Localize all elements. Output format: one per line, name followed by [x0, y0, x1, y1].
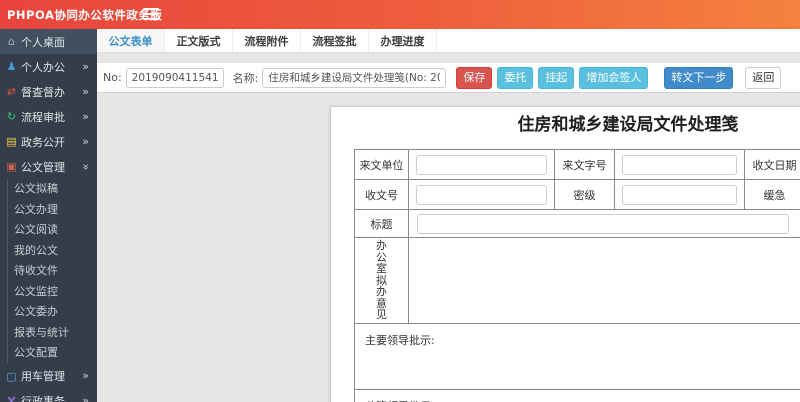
sidebar-subitem[interactable]: 公文监控	[8, 282, 97, 303]
table-row: 主要领导批示:	[354, 323, 800, 390]
toolbar-button[interactable]: 挂起	[538, 66, 575, 89]
toolbar-button[interactable]: 委托	[497, 66, 534, 89]
table-row: 标题	[354, 209, 800, 238]
doc-ref-no-label: 来文字号	[554, 149, 615, 180]
tab-label: 流程附件	[244, 34, 289, 48]
sidebar-item[interactable]: ♟ 个人办公	[0, 54, 97, 79]
secrecy-level-label: 密级	[554, 179, 615, 210]
toolbar-button[interactable]: 返回	[745, 66, 782, 89]
sidebar-item-label: 行政事务	[21, 395, 65, 402]
from-unit-label: 来文单位	[354, 149, 409, 180]
toolbar-button[interactable]: 转文下一步	[664, 66, 734, 89]
sidebar-subitem[interactable]: 我的公文	[8, 241, 97, 262]
sidebar-item-label: 流程审批	[21, 110, 65, 124]
sidebar-item[interactable]: ▣ 公文管理	[0, 154, 97, 179]
doc-no-input[interactable]	[125, 67, 224, 88]
table-row: 来文单位 来文字号 收文日期	[354, 149, 800, 180]
main-area: 公文表单 正文版式 流程附件 流程签批 办理进度 No: 名称: 保存委托挂起增…	[97, 29, 800, 402]
chevron-icon	[82, 85, 89, 99]
tab-label: 办理进度	[380, 34, 425, 48]
document-paper: 住房和城乡建设局文件处理笺 来文单位 来文字号 收文日期 收文号 密级 缓急 标…	[330, 106, 800, 402]
main-leader-note-label: 主要领导批示:	[365, 334, 435, 347]
toolbar-button[interactable]: 保存	[456, 66, 493, 89]
sidebar-item-icon: ⇄	[6, 85, 17, 98]
receive-no-label: 收文号	[354, 179, 409, 210]
toolbar-button[interactable]: 增加会签人	[579, 66, 649, 89]
sidebar-subitem[interactable]: 公文配置	[8, 343, 97, 364]
from-unit-input[interactable]	[416, 154, 547, 175]
sidebar-item[interactable]: ⌂ 个人桌面	[0, 29, 97, 54]
sidebar-item-icon: ▣	[6, 160, 17, 173]
doc-name-input[interactable]	[262, 67, 447, 88]
table-row: 收文号 密级 缓急	[354, 179, 800, 210]
app-title: PHPOA协同办公软件政务版	[7, 7, 163, 22]
document-form-table: 来文单位 来文字号 收文日期 收文号 密级 缓急 标题 办公室拟办意见 主要领导…	[354, 149, 800, 402]
sidebar-item-label: 用车管理	[21, 370, 65, 383]
subject-label: 标题	[354, 209, 409, 238]
document-title: 住房和城乡建设局文件处理笺	[517, 115, 739, 135]
sidebar-item[interactable]: ▤ 政务公开	[0, 129, 97, 154]
tab-label: 流程签批	[312, 34, 357, 48]
tab[interactable]: 正文版式	[165, 29, 233, 52]
hamburger-menu-icon[interactable]	[143, 8, 159, 21]
sidebar-item-label: 个人办公	[21, 60, 65, 74]
table-row: 分管领导批示:	[354, 389, 800, 402]
branch-leader-note-cell[interactable]: 分管领导批示:	[354, 389, 800, 402]
receive-date-label: 收文日期	[744, 149, 800, 180]
office-opinion-label: 办公室拟办意见	[354, 237, 409, 324]
chevron-icon	[82, 369, 89, 383]
sidebar-item-label: 政务公开	[21, 135, 65, 149]
sidebar-item-label: 公文管理	[21, 160, 65, 174]
no-label: No:	[103, 71, 122, 84]
tab[interactable]: 流程签批	[301, 29, 369, 52]
sidebar-item-icon: ▤	[6, 135, 17, 148]
sidebar-subitem[interactable]: 公文委办	[8, 302, 97, 323]
main-leader-note-cell[interactable]: 主要领导批示:	[354, 323, 800, 390]
sidebar-item-icon: Y	[7, 394, 16, 402]
office-opinion-cell[interactable]	[408, 237, 800, 324]
subject-input[interactable]	[417, 213, 789, 234]
sidebar-item[interactable]: ⇄ 督查督办	[0, 79, 97, 104]
tab-bar: 公文表单 正文版式 流程附件 流程签批 办理进度	[97, 29, 800, 53]
sidebar-item-icon: ▢	[6, 369, 17, 383]
sidebar: ⌂ 个人桌面 ♟ 个人办公 ⇄ 督查督办 ↻ 流程审批 ▤ 政务公开 ▣ 公文管…	[0, 29, 97, 402]
chevron-icon	[82, 110, 89, 124]
sidebar-item-icon: ♟	[6, 60, 17, 73]
receive-no-input[interactable]	[416, 184, 547, 205]
sidebar-item-icon: ↻	[6, 110, 17, 123]
sidebar-subitem[interactable]: 报表与统计	[8, 323, 97, 344]
sidebar-subitem[interactable]: 待收文件	[8, 261, 97, 282]
secrecy-level-input[interactable]	[622, 184, 737, 205]
app-header: PHPOA协同办公软件政务版	[0, 0, 800, 29]
sidebar-subitem[interactable]: 公文阅读	[8, 220, 97, 241]
tab[interactable]: 流程附件	[233, 29, 301, 52]
tab-label: 正文版式	[176, 34, 221, 48]
sidebar-item[interactable]: ↻ 流程审批	[0, 104, 97, 129]
doc-ref-no-input[interactable]	[622, 154, 737, 175]
chevron-icon	[82, 60, 89, 74]
name-label: 名称:	[232, 71, 259, 85]
chevron-icon	[82, 160, 89, 174]
urgency-label: 缓急	[744, 179, 800, 210]
table-row: 办公室拟办意见	[354, 237, 800, 324]
sidebar-item-icon: ⌂	[8, 35, 15, 48]
content-area: 住房和城乡建设局文件处理笺 来文单位 来文字号 收文日期 收文号 密级 缓急 标…	[97, 93, 800, 402]
sidebar-subitem[interactable]: 公文办理	[8, 200, 97, 221]
sidebar-item-label: 督查督办	[21, 85, 65, 99]
sidebar-item[interactable]: Y 行政事务	[0, 389, 97, 402]
tab-label: 公文表单	[108, 34, 153, 48]
sidebar-item[interactable]: ▢ 用车管理	[0, 364, 97, 389]
sidebar-subitem[interactable]: 公文拟稿	[8, 179, 97, 200]
chevron-icon	[82, 135, 89, 149]
tab[interactable]: 公文表单	[97, 29, 165, 52]
tab[interactable]: 办理进度	[369, 29, 437, 52]
document-toolbar: No: 名称: 保存委托挂起增加会签人转文下一步返回	[97, 62, 800, 93]
chevron-icon	[82, 394, 89, 402]
sidebar-submenu-doc-management: 公文拟稿 公文办理 公文阅读 我的公文 待收文件 公文监控 公文委办 报表与统计 公文配置	[7, 179, 97, 364]
sidebar-item-label: 个人桌面	[21, 35, 65, 49]
